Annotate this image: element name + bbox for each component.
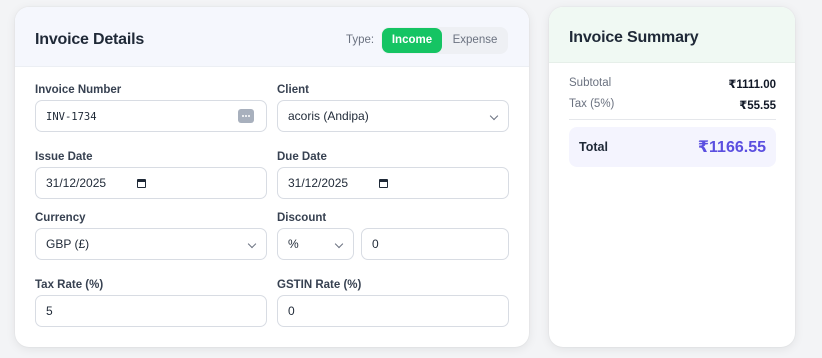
client-label: Client: [277, 84, 309, 96]
client-value: acoris (Andipa): [288, 109, 369, 123]
invoice-details-card: Invoice Details Type: Income Expense Inv…: [15, 7, 529, 347]
chevron-down-icon: [247, 239, 257, 249]
discount-value-input[interactable]: 0: [361, 228, 509, 260]
gstin-rate-input[interactable]: 0: [277, 295, 509, 327]
discount-type-value: %: [288, 237, 299, 251]
tax-rate-label: Tax Rate (%): [35, 279, 104, 291]
invoice-number-input[interactable]: INV-1734: [35, 100, 267, 132]
subtotal-value: ₹1111.00: [728, 79, 776, 91]
tax-value: ₹55.55: [739, 100, 776, 112]
gstin-rate-label: GSTIN Rate (%): [277, 279, 362, 291]
subtotal-label: Subtotal: [569, 77, 612, 89]
due-date-label: Due Date: [277, 151, 327, 163]
total-box: Total ₹1166.55: [569, 127, 776, 167]
more-options-icon[interactable]: [238, 109, 254, 123]
subtotal-row: Subtotal ₹1111.00: [569, 77, 776, 91]
total-value: ₹1166.55: [697, 139, 766, 156]
calendar-icon[interactable]: [379, 179, 388, 188]
discount-value: 0: [372, 237, 379, 251]
tax-label: Tax (5%): [569, 98, 615, 110]
currency-value: GBP (£): [46, 237, 90, 251]
tax-rate-value: 5: [46, 304, 53, 318]
invoice-number-value: INV-1734: [46, 111, 97, 123]
client-select[interactable]: acoris (Andipa): [277, 100, 509, 132]
type-label: Type:: [346, 34, 375, 46]
calendar-icon[interactable]: [137, 179, 146, 188]
invoice-summary-title: Invoice Summary: [569, 29, 699, 46]
invoice-summary-header: Invoice Summary: [549, 7, 795, 63]
discount-label: Discount: [277, 212, 327, 224]
currency-label: Currency: [35, 212, 86, 224]
issue-date-value: 31/12/2025: [46, 176, 107, 190]
discount-type-select[interactable]: %: [277, 228, 354, 260]
chevron-down-icon: [334, 239, 344, 249]
chevron-down-icon: [489, 111, 499, 121]
invoice-details-header: Invoice Details Type: Income Expense: [15, 7, 529, 67]
type-expense-button[interactable]: Expense: [444, 28, 506, 53]
invoice-number-label: Invoice Number: [35, 84, 122, 96]
currency-select[interactable]: GBP (£): [35, 228, 267, 260]
type-income-button[interactable]: Income: [382, 28, 442, 53]
type-toggle: Income Expense: [381, 27, 508, 54]
gstin-rate-value: 0: [288, 304, 295, 318]
due-date-input[interactable]: 31/12/2025: [277, 167, 509, 199]
issue-date-label: Issue Date: [35, 151, 93, 163]
issue-date-input[interactable]: 31/12/2025: [35, 167, 267, 199]
tax-row: Tax (5%) ₹55.55: [569, 98, 776, 112]
tax-rate-input[interactable]: 5: [35, 295, 267, 327]
total-label: Total: [579, 140, 608, 154]
invoice-summary-card: Invoice Summary Subtotal ₹1111.00 Tax (5…: [549, 7, 795, 347]
summary-divider: [569, 119, 776, 120]
invoice-details-title: Invoice Details: [35, 31, 145, 48]
due-date-value: 31/12/2025: [288, 176, 349, 190]
